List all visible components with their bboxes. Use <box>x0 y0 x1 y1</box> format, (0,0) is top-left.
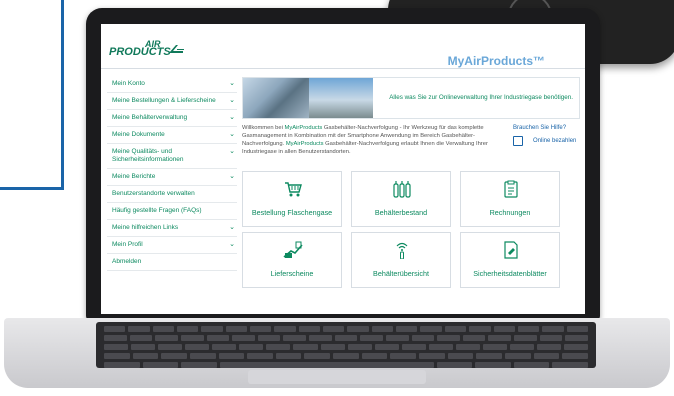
hero-banner: Alles was Sie zur Onlineverwaltung Ihrer… <box>242 77 580 119</box>
delivery-icon <box>283 241 303 258</box>
keyboard <box>96 322 596 368</box>
cart-icon <box>285 182 302 197</box>
sidebar-item-berichte[interactable]: Meine Berichte ⌄ <box>107 169 237 186</box>
sidebar-item-label: Mein Profil <box>112 241 143 248</box>
chevron-down-icon[interactable]: ⌄ <box>229 148 235 156</box>
chevron-down-icon[interactable]: ⌄ <box>229 131 235 139</box>
header-divider <box>101 68 585 69</box>
tile-rechnungen[interactable]: Rechnungen <box>460 171 560 227</box>
sidebar-item-label: Meine Qualitäts- und Sicherheitsinformat… <box>112 148 184 163</box>
chevron-down-icon[interactable]: ⌄ <box>229 241 235 249</box>
sidebar-item-behaelterverwaltung[interactable]: Meine Behälterverwaltung ⌄ <box>107 110 237 127</box>
sidebar-item-label: Benutzerstandorte verwalten <box>112 190 195 197</box>
intro-text: Willkommen bei MyAirProducts Gasbehälter… <box>242 125 488 155</box>
hero-image-building <box>309 78 373 118</box>
hero-image-plant <box>243 78 309 118</box>
sidebar-item-abmelden[interactable]: Abmelden <box>107 254 237 271</box>
sidebar-item-benutzerstandorte[interactable]: Benutzerstandorte verwalten <box>107 186 237 203</box>
tile-sicherheitsdatenblaetter[interactable]: Sicherheitsdatenblätter <box>460 232 560 288</box>
invoice-icon <box>504 180 518 198</box>
tile-behaelterbestand[interactable]: Behälterbestand <box>351 171 451 227</box>
chevron-down-icon[interactable]: ⌄ <box>229 173 235 181</box>
touchpad <box>248 370 426 384</box>
tile-lieferscheine[interactable]: Lieferscheine <box>242 232 342 288</box>
sidebar-item-links[interactable]: Meine hilfreichen Links ⌄ <box>107 220 237 237</box>
tile-bestellung-flaschengase[interactable]: Bestellung Flaschengase <box>242 171 342 227</box>
help-box: Brauchen Sie Hilfe? Online bezahlen <box>513 124 585 146</box>
signal-tracking-icon <box>396 242 408 259</box>
sidebar-item-label: Abmelden <box>112 258 142 265</box>
sidebar-item-dokumente[interactable]: Meine Dokumente ⌄ <box>107 127 237 144</box>
sidebar-item-label: Meine Dokumente <box>112 131 165 138</box>
chevron-down-icon[interactable]: ⌄ <box>229 97 235 105</box>
brand-link[interactable]: MyAirProducts <box>286 141 324 147</box>
air-products-logo[interactable]: AIR PRODUCTS <box>109 40 184 58</box>
tile-behaelteruebersicht[interactable]: Behälterübersicht <box>351 232 451 288</box>
site-title: MyAirProducts™ <box>447 54 545 68</box>
decorative-frame <box>0 0 64 190</box>
sidebar-item-faqs[interactable]: Häufig gestellte Fragen (FAQs) <box>107 203 237 220</box>
sidebar-nav: Mein Konto ⌄ Meine Bestellungen & Liefers… <box>107 76 237 271</box>
sidebar-item-label: Meine hilfreichen Links <box>112 224 179 231</box>
tile-label: Sicherheitsdatenblätter <box>473 269 547 278</box>
sidebar-item-label: Meine Berichte <box>112 173 156 180</box>
sidebar-item-label: Meine Bestellungen & Lieferscheine <box>112 97 216 104</box>
sidebar-item-label: Mein Konto <box>112 80 145 87</box>
tile-label: Lieferscheine <box>270 269 314 278</box>
payment-icon[interactable] <box>513 136 523 146</box>
sidebar-item-qualitaet[interactable]: Meine Qualitäts- und Sicherheitsinformat… <box>107 144 237 169</box>
chevron-down-icon[interactable]: ⌄ <box>229 80 235 88</box>
tile-label: Behälterübersicht <box>373 269 429 278</box>
logo-mark-icon <box>169 45 184 53</box>
sidebar-item-mein-konto[interactable]: Mein Konto ⌄ <box>107 76 237 93</box>
sidebar-item-bestellungen[interactable]: Meine Bestellungen & Lieferscheine ⌄ <box>107 93 237 110</box>
brand-link[interactable]: MyAirProducts <box>285 125 323 131</box>
sidebar-item-label: Häufig gestellte Fragen (FAQs) <box>112 207 202 214</box>
hero-tagline: Alles was Sie zur Onlineverwaltung Ihrer… <box>389 94 573 101</box>
sidebar-item-label: Meine Behälterverwaltung <box>112 114 188 121</box>
cylinders-icon <box>393 181 411 198</box>
chevron-down-icon[interactable]: ⌄ <box>229 224 235 232</box>
online-pay-link[interactable]: Online bezahlen <box>533 137 576 145</box>
sidebar-item-profil[interactable]: Mein Profil ⌄ <box>107 237 237 254</box>
tile-label: Rechnungen <box>489 208 531 217</box>
laptop-screen: AIR PRODUCTS MyAirProducts™ Mein Konto ⌄ … <box>101 24 585 314</box>
chevron-down-icon[interactable]: ⌄ <box>229 114 235 122</box>
help-title[interactable]: Brauchen Sie Hilfe? <box>513 124 585 132</box>
tile-label: Behälterbestand <box>374 208 428 217</box>
tile-label: Bestellung Flaschengase <box>251 208 333 217</box>
safety-sheet-icon <box>504 241 518 259</box>
